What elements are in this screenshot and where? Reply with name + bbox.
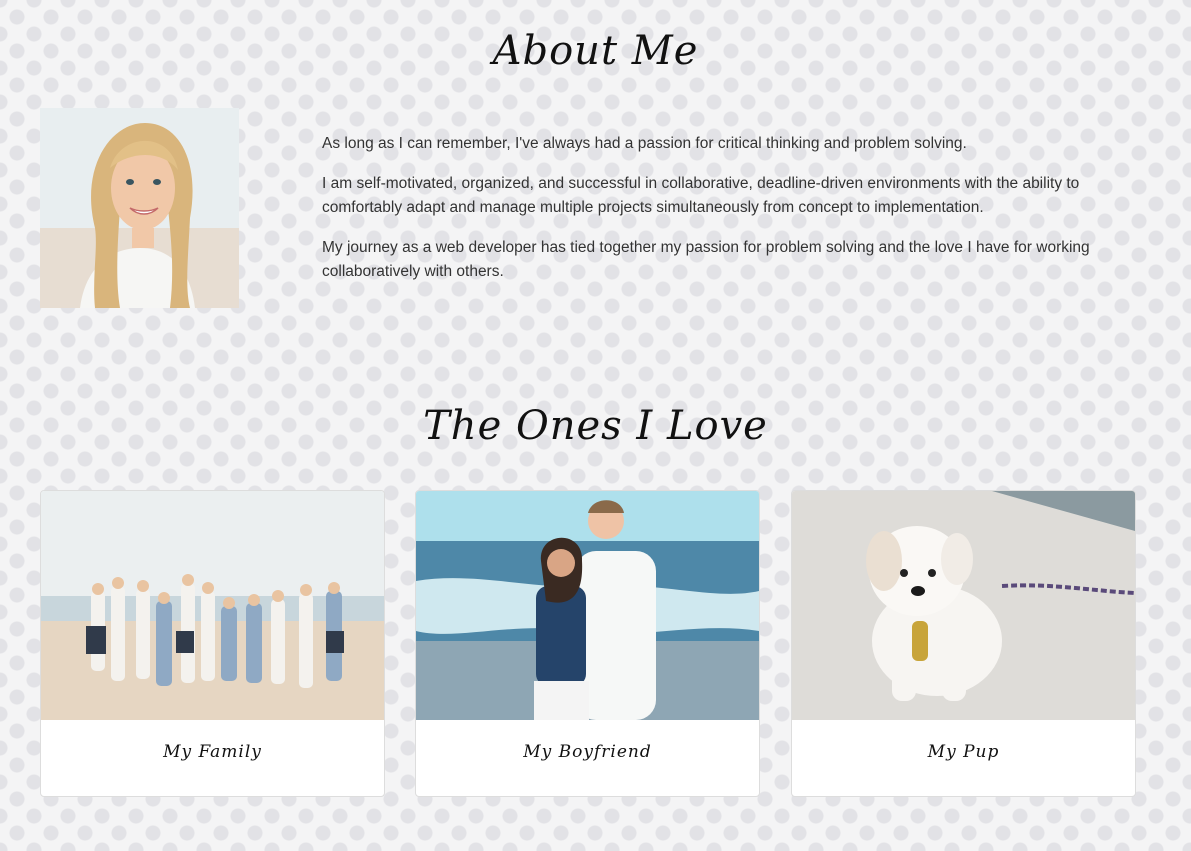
ones-i-love-heading: The Ones I Love [423, 403, 768, 449]
family-caption: My Family [163, 742, 262, 762]
about-paragraph: As long as I can remember, I've always h… [322, 135, 967, 152]
pup-card: My Pup [791, 490, 1136, 797]
about-paragraph: I am self-motivated, organized, and succ… [322, 175, 1080, 216]
boyfriend-caption: My Boyfriend [523, 742, 652, 762]
pup-photo [792, 491, 1135, 720]
boyfriend-photo [416, 491, 759, 720]
couple-beach-image [416, 491, 759, 720]
profile-photo [40, 108, 239, 308]
boyfriend-card: My Boyfriend [415, 490, 760, 797]
pup-caption: My Pup [927, 742, 1000, 762]
family-photo [41, 491, 384, 720]
about-paragraph: My journey as a web developer has tied t… [322, 239, 1090, 280]
family-beach-image [41, 491, 384, 720]
about-description: As long as I can remember, I've always h… [322, 132, 1132, 300]
profile-portrait-image [40, 108, 239, 308]
family-card: My Family [40, 490, 385, 797]
about-me-heading: About Me [492, 28, 699, 74]
puppy-image [792, 491, 1135, 720]
